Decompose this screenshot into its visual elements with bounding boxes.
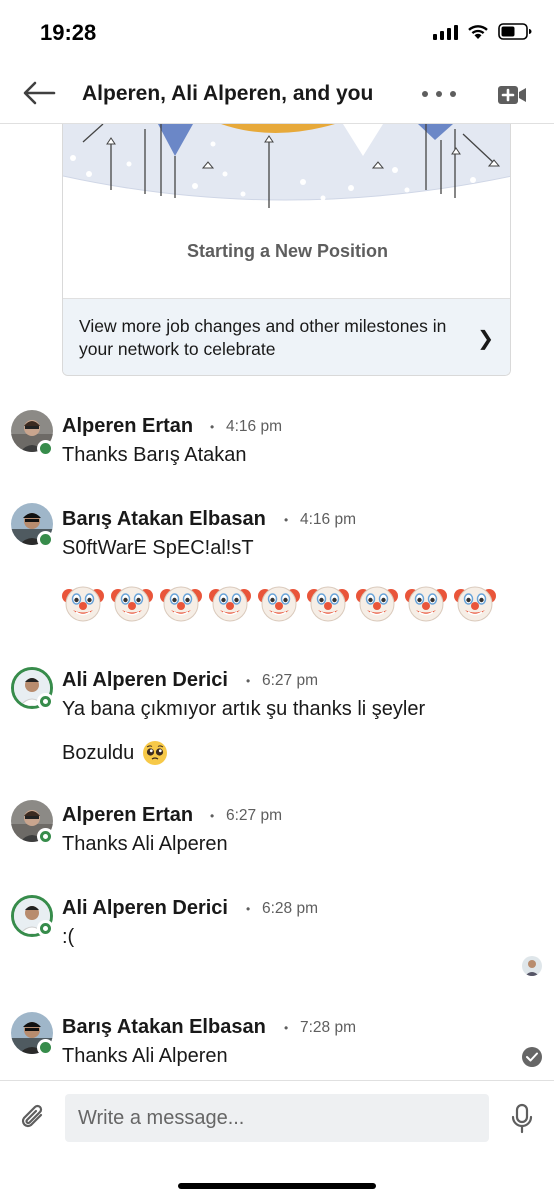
clown-face-emoji xyxy=(454,582,496,624)
message-time: 6:28 pm xyxy=(262,900,319,917)
separator-dot: • xyxy=(284,513,289,527)
separator-dot: • xyxy=(210,809,215,823)
battery-icon xyxy=(498,23,532,40)
card-footer-link[interactable]: View more job changes and other mileston… xyxy=(63,298,510,375)
message-time: 4:16 pm xyxy=(300,511,357,528)
card-title: Starting a New Position xyxy=(186,241,389,261)
message-input[interactable] xyxy=(65,1094,489,1142)
message-text: :( xyxy=(62,926,75,948)
message-sender[interactable]: Ali Alperen Derici xyxy=(62,897,228,920)
chevron-right-icon: ❯ xyxy=(477,328,494,350)
signal-icon xyxy=(433,24,458,40)
separator-dot: • xyxy=(246,902,251,916)
message-composer xyxy=(0,1080,554,1200)
more-options-icon xyxy=(422,91,428,97)
message-time: 7:28 pm xyxy=(300,1019,357,1036)
message-time: 4:16 pm xyxy=(226,418,283,435)
message-text: Ya bana çıkmıyor artık şu thanks li şeyl… xyxy=(62,698,426,720)
milestone-card[interactable]: Starting a New Position View more job ch… xyxy=(62,124,511,376)
message-text-second: Bozuldu xyxy=(62,740,168,766)
message-sender[interactable]: Alperen Ertan xyxy=(62,804,193,827)
separator-dot: • xyxy=(284,1021,289,1035)
attach-button[interactable] xyxy=(17,1101,49,1133)
status-icons xyxy=(433,23,532,40)
message-time: 6:27 pm xyxy=(262,672,319,689)
celebration-illustration xyxy=(63,124,510,208)
message-text: Thanks Ali Alperen xyxy=(62,1045,228,1067)
separator-dot: • xyxy=(210,420,215,434)
conversation-header: Alperen, Ali Alperen, and you xyxy=(0,62,554,124)
paperclip-icon xyxy=(21,1104,43,1128)
status-time: 19:28 xyxy=(40,20,97,45)
clown-face-emoji xyxy=(111,582,153,624)
separator-dot: • xyxy=(246,674,251,688)
status-bar: 19:28 xyxy=(0,0,554,62)
more-options-button[interactable] xyxy=(422,82,456,106)
message-sender[interactable]: Alperen Ertan xyxy=(62,415,193,438)
video-call-button[interactable] xyxy=(497,81,527,109)
clown-face-emoji xyxy=(356,582,398,624)
message-time: 6:27 pm xyxy=(226,807,283,824)
message-text: Bozuldu xyxy=(62,741,135,764)
microphone-icon xyxy=(511,1103,533,1134)
conversation-title[interactable]: Alperen, Ali Alperen, and you xyxy=(82,82,373,106)
online-status-icon xyxy=(37,920,54,937)
clown-face-emoji xyxy=(405,582,447,624)
online-status-icon xyxy=(37,693,54,710)
message-input-box[interactable] xyxy=(65,1094,489,1142)
video-call-icon xyxy=(498,86,526,104)
voice-message-button[interactable] xyxy=(510,1103,534,1135)
clown-face-emoji xyxy=(258,582,300,624)
clown-face-emoji xyxy=(160,582,202,624)
wifi-icon xyxy=(468,24,488,39)
message-text: S0ftWarE SpEC!al!sT xyxy=(62,537,254,559)
message-text: Thanks Barış Atakan xyxy=(62,444,247,466)
message-sender[interactable]: Ali Alperen Derici xyxy=(62,669,228,692)
back-arrow-icon xyxy=(23,81,56,105)
clown-face-emoji xyxy=(209,582,251,624)
online-status-icon xyxy=(37,828,54,845)
online-status-icon xyxy=(37,1039,54,1056)
home-indicator xyxy=(178,1183,376,1189)
clown-face-emoji xyxy=(62,582,104,624)
back-button[interactable] xyxy=(22,76,62,110)
message-text: Thanks Ali Alperen xyxy=(62,833,228,855)
emoji-row xyxy=(62,582,496,624)
seen-receipt-avatar xyxy=(522,956,542,976)
sent-check-icon xyxy=(522,1047,542,1067)
online-status-icon xyxy=(37,531,54,548)
pleading-face-emoji xyxy=(143,741,168,765)
message-sender[interactable]: Barış Atakan Elbasan xyxy=(62,508,266,531)
message-sender[interactable]: Barış Atakan Elbasan xyxy=(62,1016,266,1039)
card-footer-text: View more job changes and other mileston… xyxy=(79,316,447,359)
online-status-icon xyxy=(37,440,54,457)
clown-face-emoji xyxy=(307,582,349,624)
